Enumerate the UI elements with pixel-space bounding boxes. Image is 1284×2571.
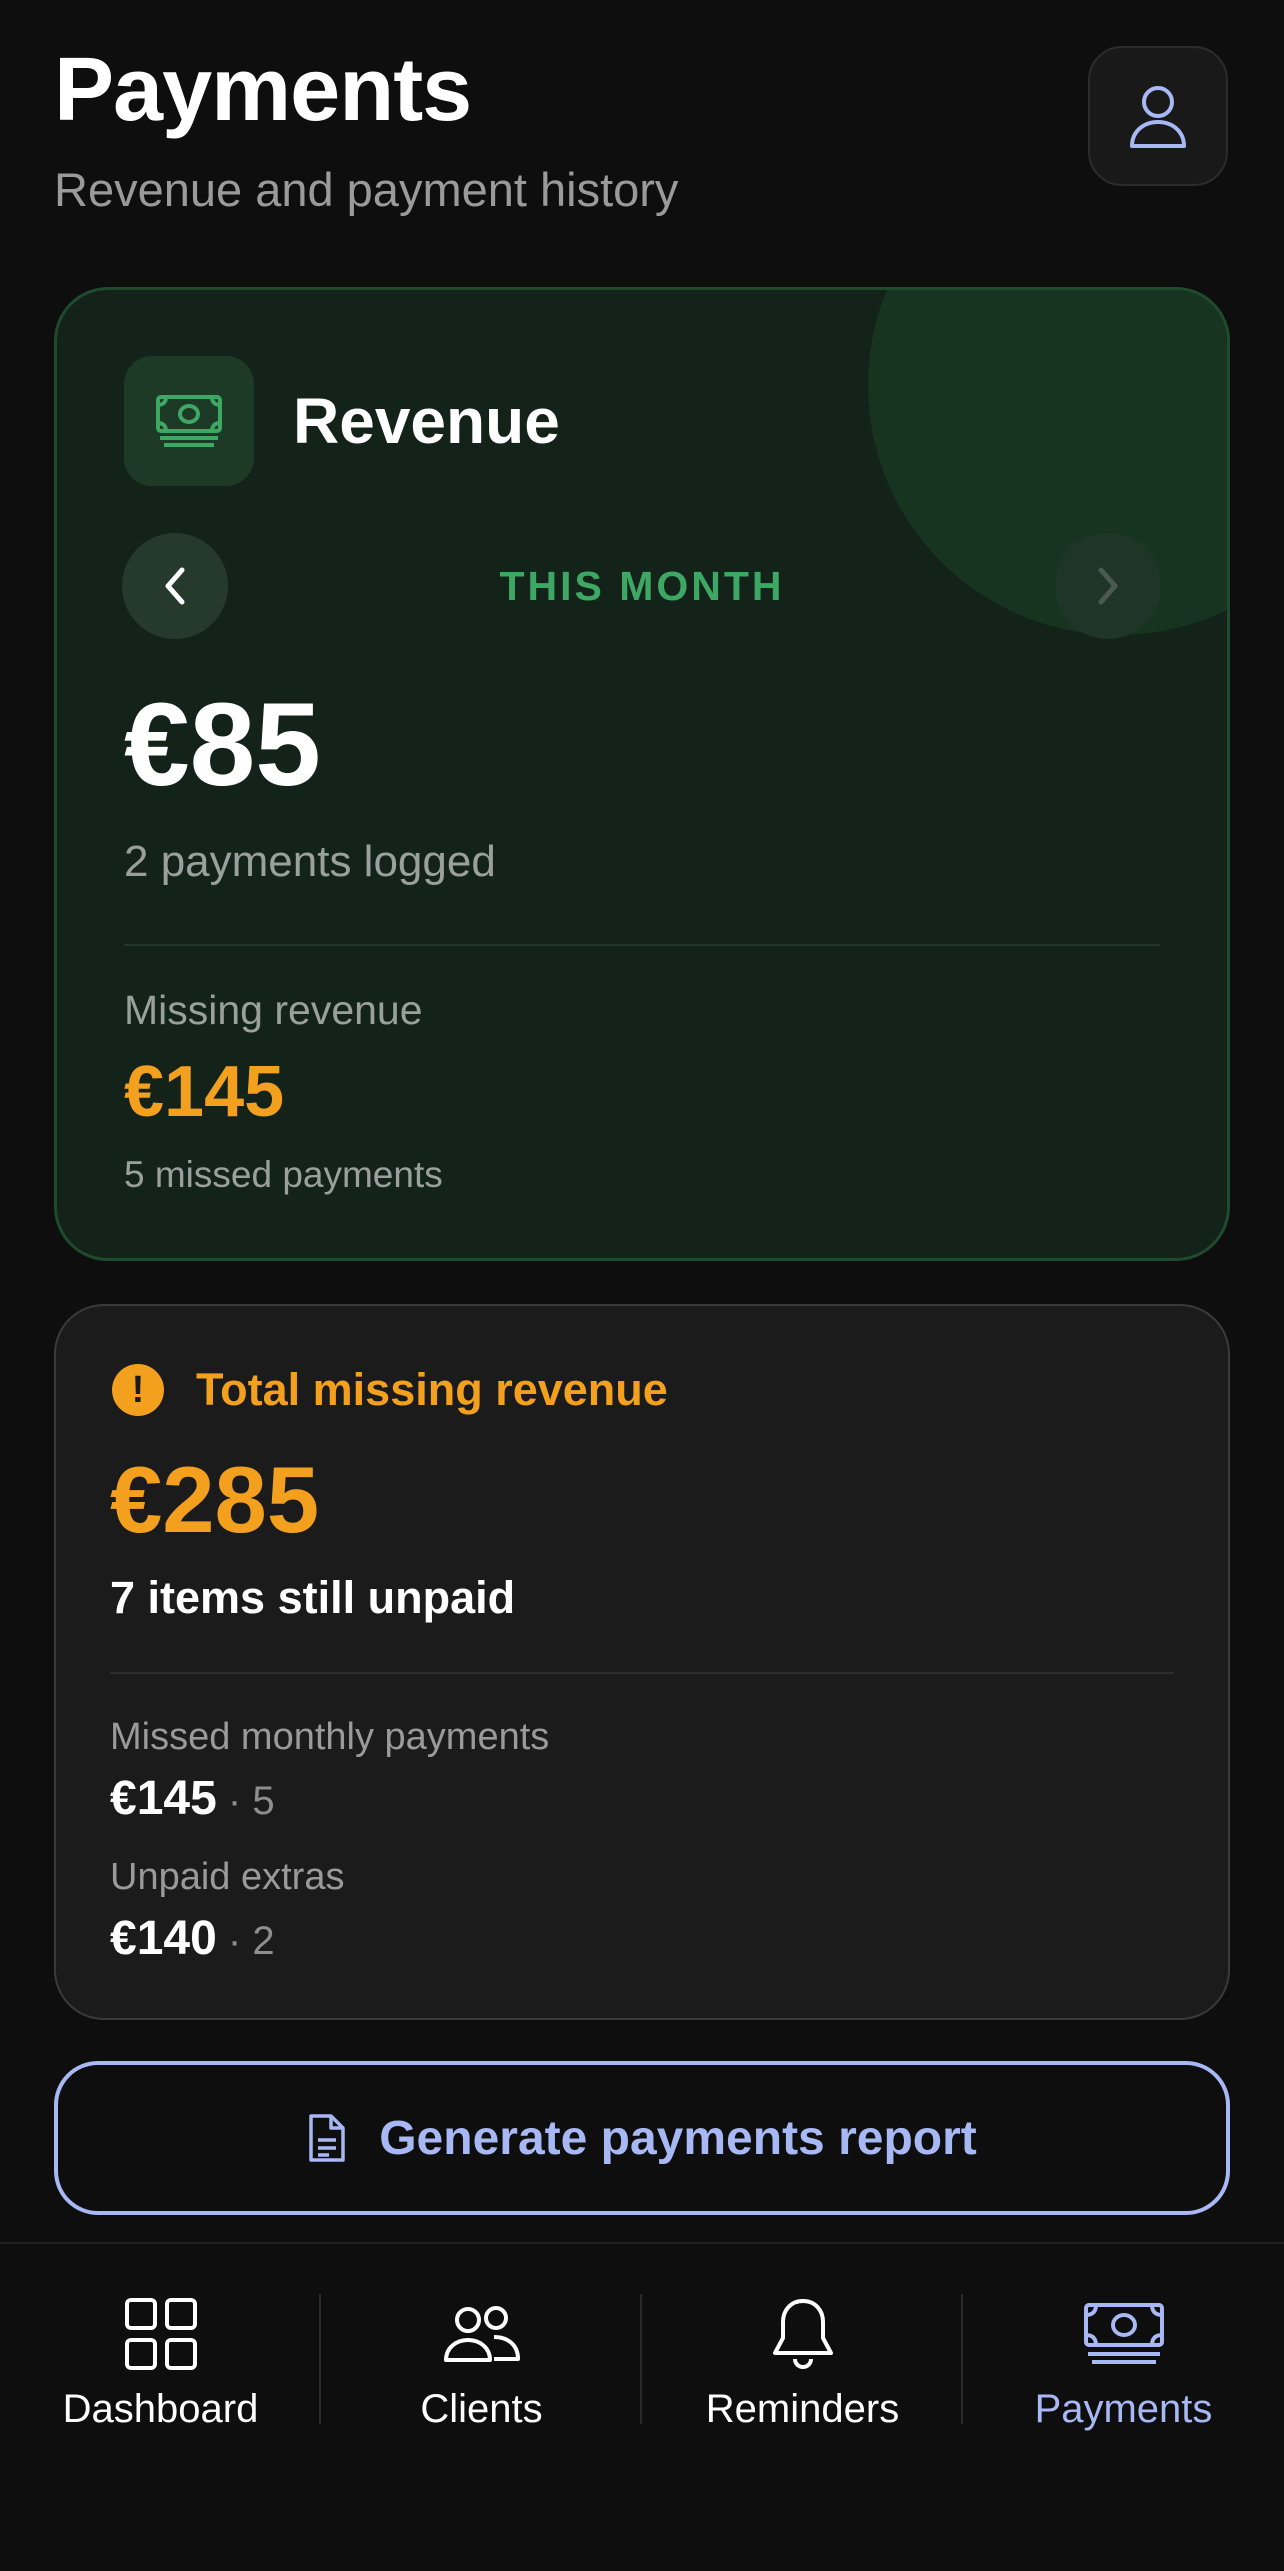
tab-payments-label: Payments	[1034, 2387, 1213, 2431]
unpaid-extras-value: €140 · 2	[110, 1912, 275, 1965]
unpaid-items-count: 7 items still unpaid	[110, 1572, 516, 1623]
generate-report-button[interactable]: Generate payments report	[54, 2061, 1230, 2215]
revenue-card: Revenue THIS MONTH €85 2 payments logged…	[54, 287, 1230, 1261]
unpaid-extras-amount: €140	[110, 1912, 217, 1965]
missed-monthly-count: 5	[252, 1779, 275, 1823]
period-label: THIS MONTH	[499, 563, 785, 609]
page-subtitle: Revenue and payment history	[54, 163, 679, 216]
banknote-icon	[156, 395, 222, 447]
bottom-tab-bar: Dashboard Clients Reminders Payments	[0, 2242, 1284, 2571]
total-missing-title: Total missing revenue	[196, 1364, 668, 1415]
unpaid-extras-label: Unpaid extras	[110, 1856, 345, 1898]
bell-icon	[772, 2299, 833, 2369]
revenue-title: Revenue	[293, 385, 560, 457]
next-period-button[interactable]	[1055, 533, 1161, 639]
revenue-amount: €85	[124, 679, 321, 811]
page-title: Payments	[54, 40, 472, 140]
total-missing-amount: €285	[110, 1447, 320, 1552]
document-icon	[309, 2114, 345, 2162]
user-icon	[1130, 86, 1186, 148]
users-icon	[443, 2306, 520, 2362]
divider	[124, 944, 1160, 946]
missed-payments-count: 5 missed payments	[124, 1154, 443, 1195]
revenue-icon-tile	[124, 356, 254, 486]
tab-payments[interactable]: Payments	[963, 2244, 1284, 2444]
divider	[110, 1672, 1174, 1674]
missed-monthly-label: Missed monthly payments	[110, 1716, 550, 1758]
tab-dashboard-label: Dashboard	[62, 2387, 259, 2431]
missing-revenue-amount: €145	[124, 1052, 285, 1132]
banknote-icon	[1083, 2303, 1164, 2364]
tab-clients[interactable]: Clients	[321, 2244, 642, 2444]
profile-button[interactable]	[1088, 46, 1228, 186]
tab-dashboard[interactable]: Dashboard	[0, 2244, 321, 2444]
payments-logged: 2 payments logged	[124, 837, 496, 886]
missed-monthly-value: €145 · 5	[110, 1772, 275, 1825]
tab-reminders[interactable]: Reminders	[642, 2244, 963, 2444]
generate-report-label: Generate payments report	[379, 2111, 977, 2165]
alert-circle-icon: !	[112, 1364, 164, 1416]
tab-clients-label: Clients	[420, 2387, 543, 2431]
unpaid-extras-count: 2	[252, 1919, 275, 1963]
grid-icon	[124, 2298, 197, 2370]
tab-reminders-label: Reminders	[705, 2387, 900, 2431]
missing-revenue-label: Missing revenue	[124, 987, 423, 1033]
chevron-right-icon	[1098, 567, 1118, 605]
missed-monthly-amount: €145	[110, 1772, 217, 1825]
total-missing-card: ! Total missing revenue €285 7 items sti…	[54, 1304, 1230, 2020]
